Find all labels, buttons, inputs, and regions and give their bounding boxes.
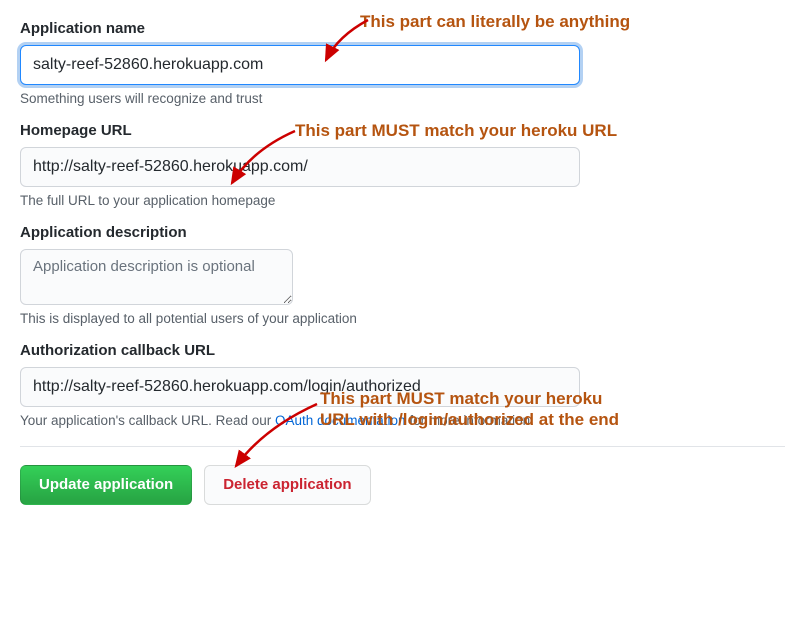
group-app-name: Application name Something users will re…: [20, 20, 765, 106]
help-callback-post: for more information.: [406, 413, 534, 428]
input-app-name[interactable]: [20, 45, 580, 85]
help-callback-url: Your application's callback URL. Read ou…: [20, 413, 765, 428]
update-button[interactable]: Update application: [20, 465, 192, 505]
group-callback-url: Authorization callback URL Your applicat…: [20, 342, 765, 428]
group-homepage-url: Homepage URL The full URL to your applic…: [20, 122, 765, 208]
label-app-name: Application name: [20, 20, 765, 37]
button-row: Update application Delete application: [20, 465, 765, 505]
help-homepage-url: The full URL to your application homepag…: [20, 193, 765, 208]
help-callback-pre: Your application's callback URL. Read ou…: [20, 413, 275, 428]
group-description: Application description This is displaye…: [20, 224, 765, 326]
help-description: This is displayed to all potential users…: [20, 311, 765, 326]
input-homepage-url[interactable]: [20, 147, 580, 187]
divider: [20, 446, 785, 447]
link-oauth-docs[interactable]: OAuth documentation: [275, 413, 406, 428]
label-callback-url: Authorization callback URL: [20, 342, 765, 359]
label-description: Application description: [20, 224, 765, 241]
help-app-name: Something users will recognize and trust: [20, 91, 765, 106]
input-callback-url[interactable]: [20, 367, 580, 407]
label-homepage-url: Homepage URL: [20, 122, 765, 139]
textarea-description[interactable]: [20, 249, 293, 305]
delete-button[interactable]: Delete application: [204, 465, 370, 505]
